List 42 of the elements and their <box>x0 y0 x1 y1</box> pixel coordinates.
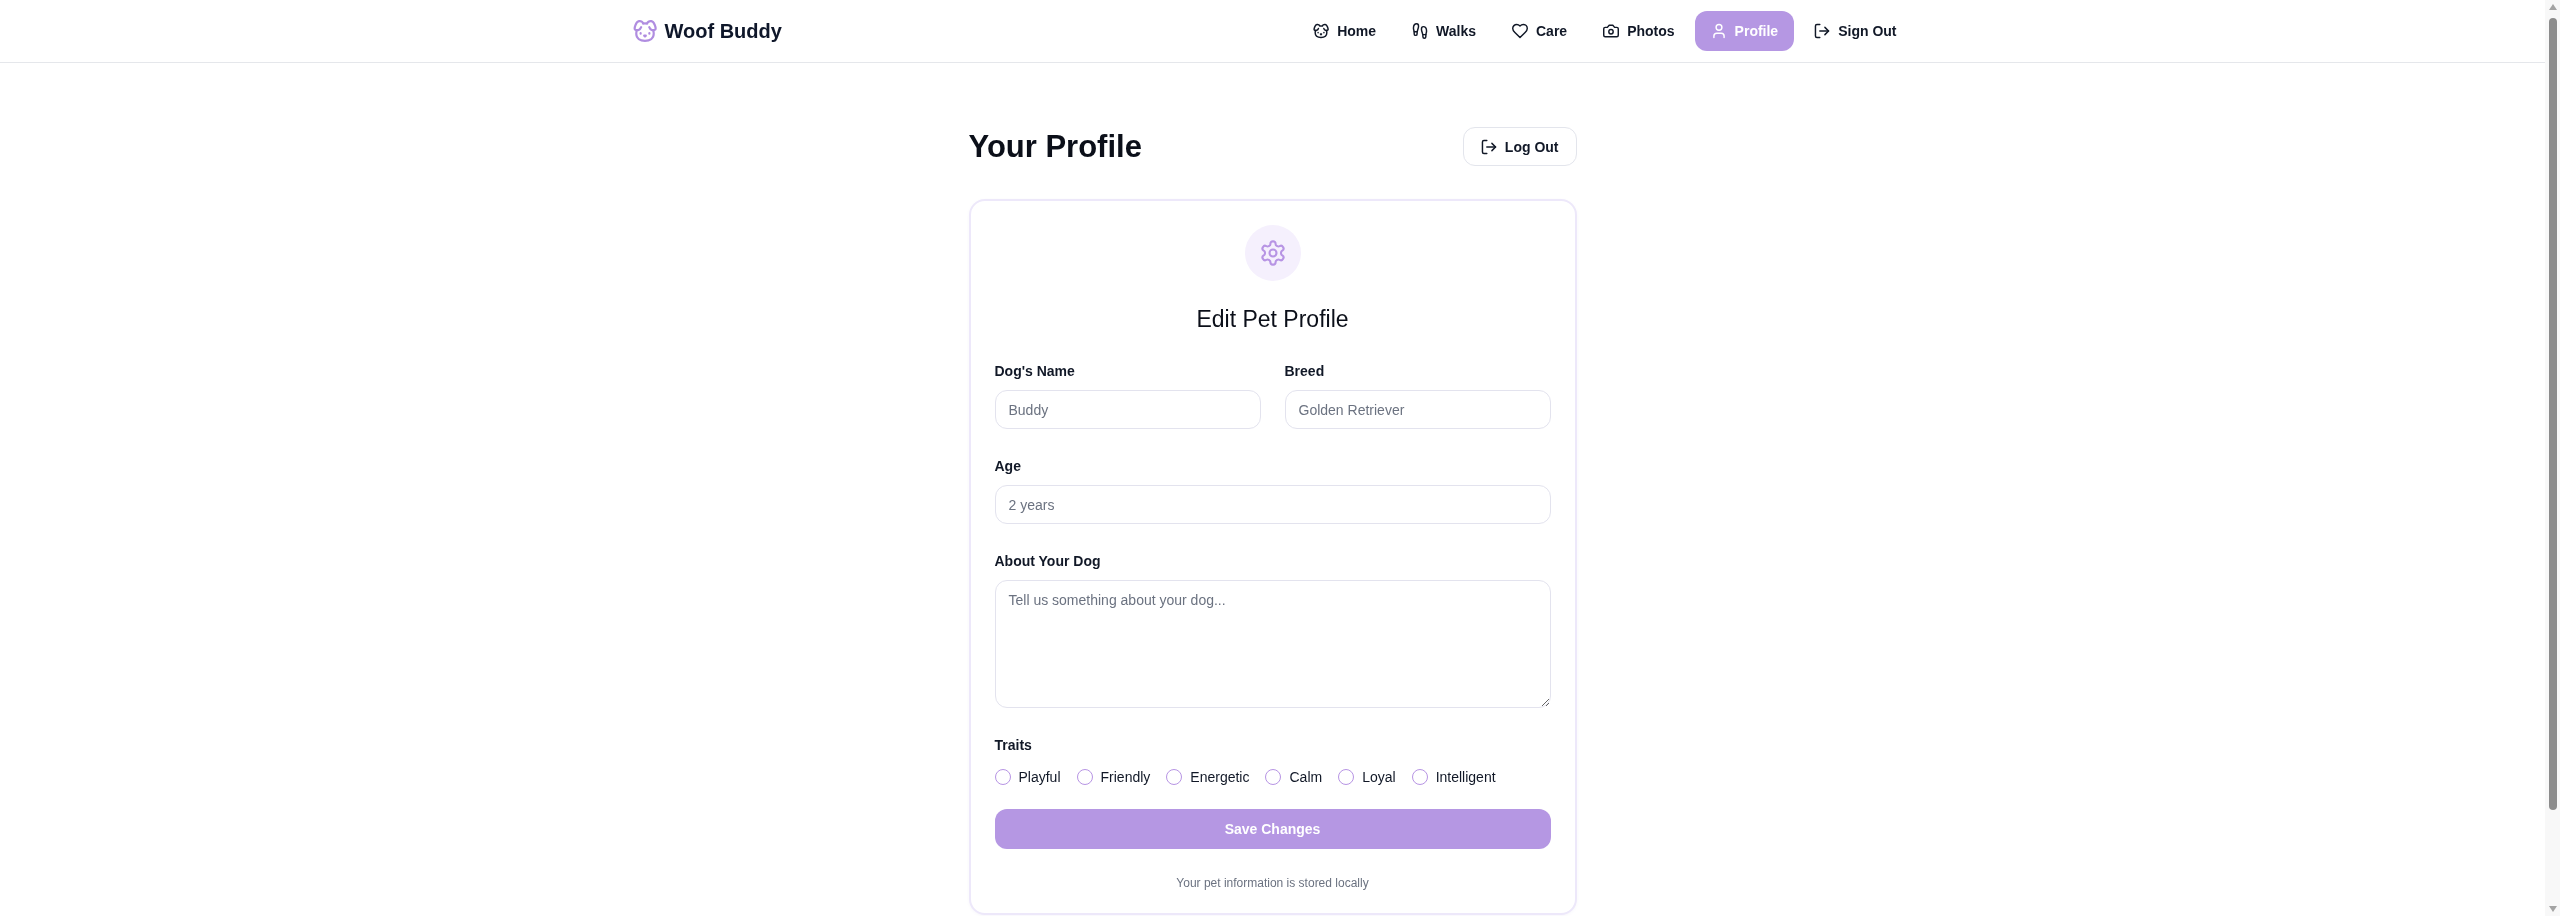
heart-icon <box>1512 23 1528 39</box>
text-field[interactable]: Buddy <box>994 390 1261 429</box>
checkbox[interactable] <box>1411 769 1428 785</box>
text-area[interactable]: Tell us something about your dog... <box>994 580 1551 708</box>
trait-label: Playful <box>1018 768 1061 787</box>
nav-link[interactable]: Home <box>1297 11 1393 51</box>
user-icon <box>1710 23 1727 39</box>
nav-link[interactable]: Walks <box>1396 11 1492 51</box>
nav-link[interactable]: Sign Out <box>1798 11 1913 51</box>
card-title: Edit Pet Profile <box>1196 305 1349 334</box>
log-out-button[interactable]: Log Out <box>1462 127 1577 166</box>
text-field[interactable]: 2 years <box>994 485 1551 524</box>
checkbox[interactable] <box>1338 769 1355 785</box>
field-label: Dog's Name <box>994 362 1075 381</box>
dog-face-icon <box>1313 23 1330 39</box>
scrollbar-thumb[interactable] <box>2548 18 2557 810</box>
nav-link[interactable]: Care <box>1496 11 1584 51</box>
gear-icon <box>1244 225 1301 281</box>
checkbox[interactable] <box>994 769 1011 785</box>
checkbox[interactable] <box>1166 769 1183 785</box>
trait-label: Loyal <box>1362 768 1396 787</box>
nav-link[interactable]: Photos <box>1587 11 1691 51</box>
text-field[interactable]: Golden Retriever <box>1284 390 1551 429</box>
checkbox[interactable] <box>1076 769 1093 785</box>
trait-label: Energetic <box>1190 768 1250 787</box>
trait-label: Friendly <box>1100 768 1151 787</box>
page-title: Your Profile <box>968 128 1142 166</box>
field-label: About Your Dog <box>994 552 1101 571</box>
scroll-down-arrow-icon[interactable] <box>2548 906 2557 912</box>
checkbox[interactable] <box>1265 769 1282 785</box>
field-label: Traits <box>994 737 1032 753</box>
scrollbar[interactable] <box>2545 0 2560 916</box>
footprints-icon <box>1412 23 1429 39</box>
scroll-up-arrow-icon[interactable] <box>2548 4 2557 10</box>
trait-label: Calm <box>1289 768 1323 787</box>
storage-note: Your pet information is stored locally <box>1176 876 1369 890</box>
dog-face-icon <box>632 19 657 43</box>
app-name: Woof Buddy <box>664 19 782 44</box>
camera-icon <box>1603 23 1620 39</box>
field-label: Breed <box>1284 362 1325 381</box>
trait-label: Intelligent <box>1435 768 1496 787</box>
field-label: Age <box>994 457 1021 476</box>
